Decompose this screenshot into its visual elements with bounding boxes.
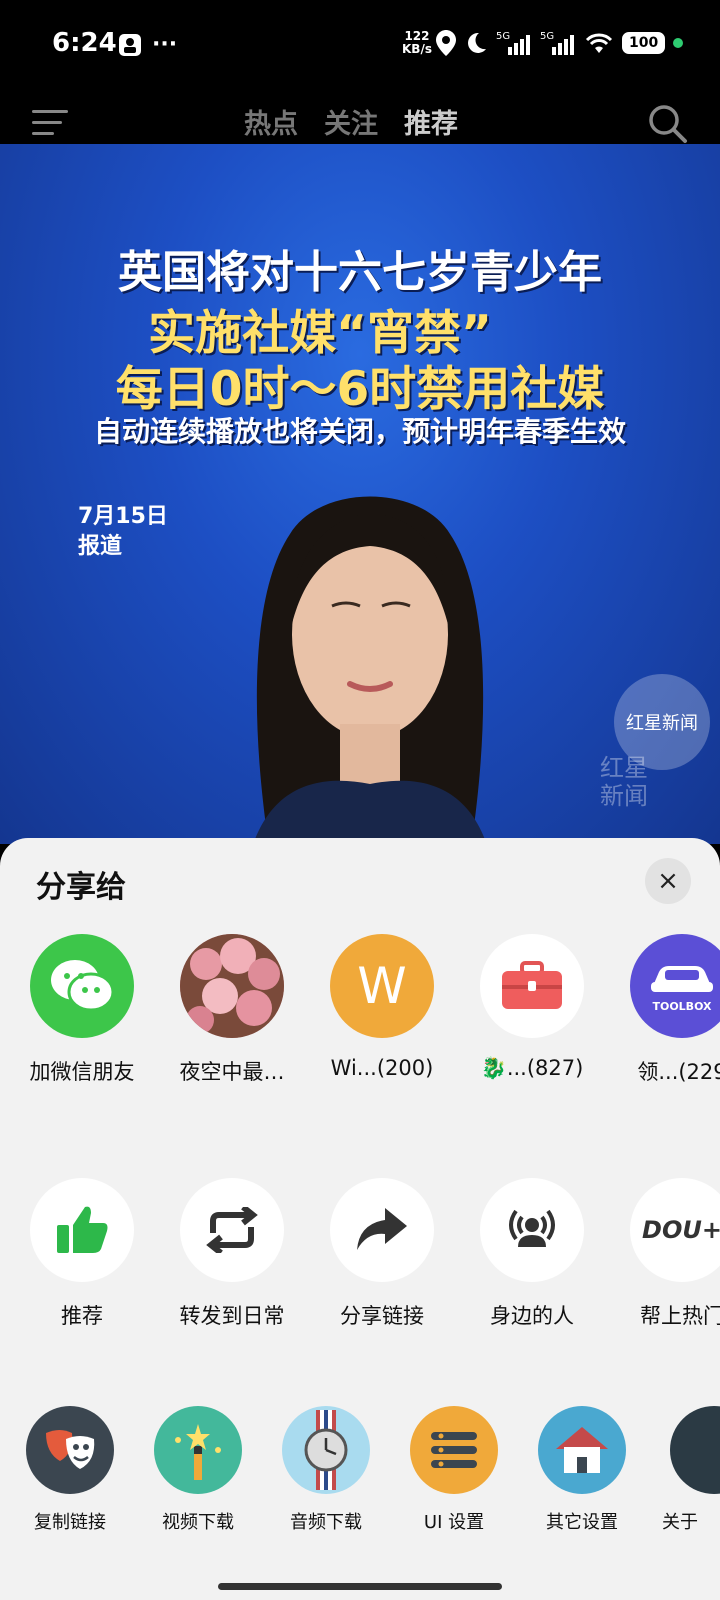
toolbox-badge: TOOLBOX	[652, 999, 712, 1013]
list-settings-icon	[410, 1406, 498, 1494]
roses-avatar	[180, 934, 284, 1038]
contact-car-toolbox[interactable]: TOOLBOX 领...(229	[612, 934, 720, 1086]
watermark-text-2: 新闻	[600, 782, 648, 810]
action-label: 分享链接	[340, 1304, 424, 1328]
watch-icon	[282, 1406, 370, 1494]
toolbox-red-icon	[480, 934, 584, 1038]
tool-ui-settings[interactable]: UI 设置	[384, 1406, 524, 1534]
app-notification-icon	[119, 33, 141, 56]
contact-label: 领...(229	[637, 1060, 720, 1084]
w-avatar: W	[330, 934, 434, 1038]
video-headline-3: 每日0时～6时禁用社媒	[115, 362, 605, 417]
action-label: 身边的人	[490, 1304, 574, 1328]
contact-label: 夜空中最…	[179, 1060, 285, 1084]
home-indicator[interactable]	[218, 1583, 502, 1590]
tool-video-download[interactable]: 视频下载	[128, 1406, 268, 1534]
tab-recommended[interactable]: 推荐	[404, 102, 458, 141]
video-player[interactable]: 英国将对十六七岁青少年 实施社媒“宵禁” 每日0时～6时禁用社媒 自动连续播放也…	[0, 144, 720, 844]
mask-icon	[26, 1406, 114, 1494]
moon-icon	[468, 32, 486, 53]
search-icon[interactable]	[648, 104, 688, 144]
svg-text:5G: 5G	[540, 31, 554, 42]
hongxing-watermark-vertical: 红星 新闻	[600, 754, 648, 810]
status-time: 6:24	[52, 28, 117, 58]
share-sheet-title: 分享给	[36, 870, 126, 905]
contact-label: Wi...(200)	[330, 1056, 434, 1080]
signal-5g-icon-2: 5G	[540, 31, 574, 55]
tool-audio-download[interactable]: 音频下载	[256, 1406, 396, 1534]
top-navigation: 热点 关注 推荐	[0, 92, 720, 156]
battery-indicator: 100	[622, 32, 666, 54]
tool-label: 其它设置	[546, 1512, 618, 1533]
privacy-indicator-dot	[673, 38, 684, 48]
contact-wechat-friend[interactable]: 加微信朋友	[12, 934, 152, 1086]
car-toolbox-avatar: TOOLBOX	[630, 934, 720, 1038]
tool-label: 复制链接	[34, 1512, 106, 1533]
report-date-label: 报道	[78, 534, 123, 559]
about-icon	[670, 1406, 720, 1494]
report-date-day: 7月15日	[78, 504, 168, 529]
contact-toolbox-group[interactable]: 🐉...(827)	[462, 934, 602, 1081]
nearby-people-icon	[480, 1178, 584, 1282]
wechat-icon	[30, 934, 134, 1038]
wifi-icon	[585, 33, 613, 53]
tool-about[interactable]: 关于	[640, 1406, 720, 1534]
magic-wand-icon	[154, 1406, 242, 1494]
status-right-icons: 5G 5G 100	[436, 30, 684, 56]
repost-icon	[180, 1178, 284, 1282]
share-sheet: 分享给 × 加微信朋友 夜空中最… W Wi...(200) 🐉...(827)	[0, 838, 720, 1600]
share-arrow-icon	[330, 1178, 434, 1282]
tool-other-settings[interactable]: 其它设置	[512, 1406, 652, 1534]
report-date: 7月15日 报道	[78, 502, 168, 562]
speed-unit: KB/s	[402, 42, 432, 56]
video-headline-1: 英国将对十六七岁青少年	[118, 247, 602, 298]
tab-following[interactable]: 关注	[324, 102, 378, 141]
tool-copy-link[interactable]: 复制链接	[0, 1406, 140, 1534]
action-label: 帮上热门	[640, 1304, 720, 1328]
watermark-text-1: 红星	[600, 754, 648, 782]
status-left-icons: ···	[118, 32, 177, 57]
tool-label: 关于	[662, 1512, 698, 1533]
action-share-link[interactable]: 分享链接	[312, 1178, 452, 1330]
action-label: 转发到日常	[179, 1304, 285, 1328]
menu-icon[interactable]	[32, 110, 72, 138]
network-speed: 122 KB/s	[402, 30, 432, 56]
feed-tabs: 热点 关注 推荐	[244, 102, 458, 141]
dou-plus-icon: DOU+	[630, 1178, 720, 1282]
news-anchor-image	[253, 496, 487, 844]
action-nearby[interactable]: 身边的人	[462, 1178, 602, 1330]
action-repost[interactable]: 转发到日常	[162, 1178, 302, 1330]
contact-w-group[interactable]: W Wi...(200)	[312, 934, 452, 1080]
tool-label: 音频下载	[290, 1512, 362, 1533]
action-label: 推荐	[61, 1304, 103, 1328]
action-dou-plus[interactable]: DOU+ 帮上热门	[612, 1178, 720, 1330]
svg-text:5G: 5G	[496, 31, 510, 42]
action-recommend[interactable]: 推荐	[12, 1178, 152, 1330]
signal-5g-icon: 5G	[496, 31, 530, 55]
tool-label: UI 设置	[423, 1512, 485, 1533]
close-button[interactable]: ×	[645, 858, 691, 904]
contact-label: 🐉...(827)	[480, 1056, 584, 1080]
more-dots-icon: ···	[152, 32, 178, 57]
thumbs-up-icon	[30, 1178, 134, 1282]
contact-night-sky[interactable]: 夜空中最…	[162, 934, 302, 1086]
contact-label: 加微信朋友	[29, 1060, 135, 1084]
tab-hot[interactable]: 热点	[244, 102, 298, 141]
tool-label: 视频下载	[162, 1512, 234, 1533]
location-icon	[436, 30, 456, 56]
house-icon	[538, 1406, 626, 1494]
status-bar: 6:24 ··· 122 KB/s 5G 5G 100	[0, 0, 720, 92]
video-subheadline: 自动连续播放也将关闭，预计明年春季生效	[93, 415, 626, 448]
